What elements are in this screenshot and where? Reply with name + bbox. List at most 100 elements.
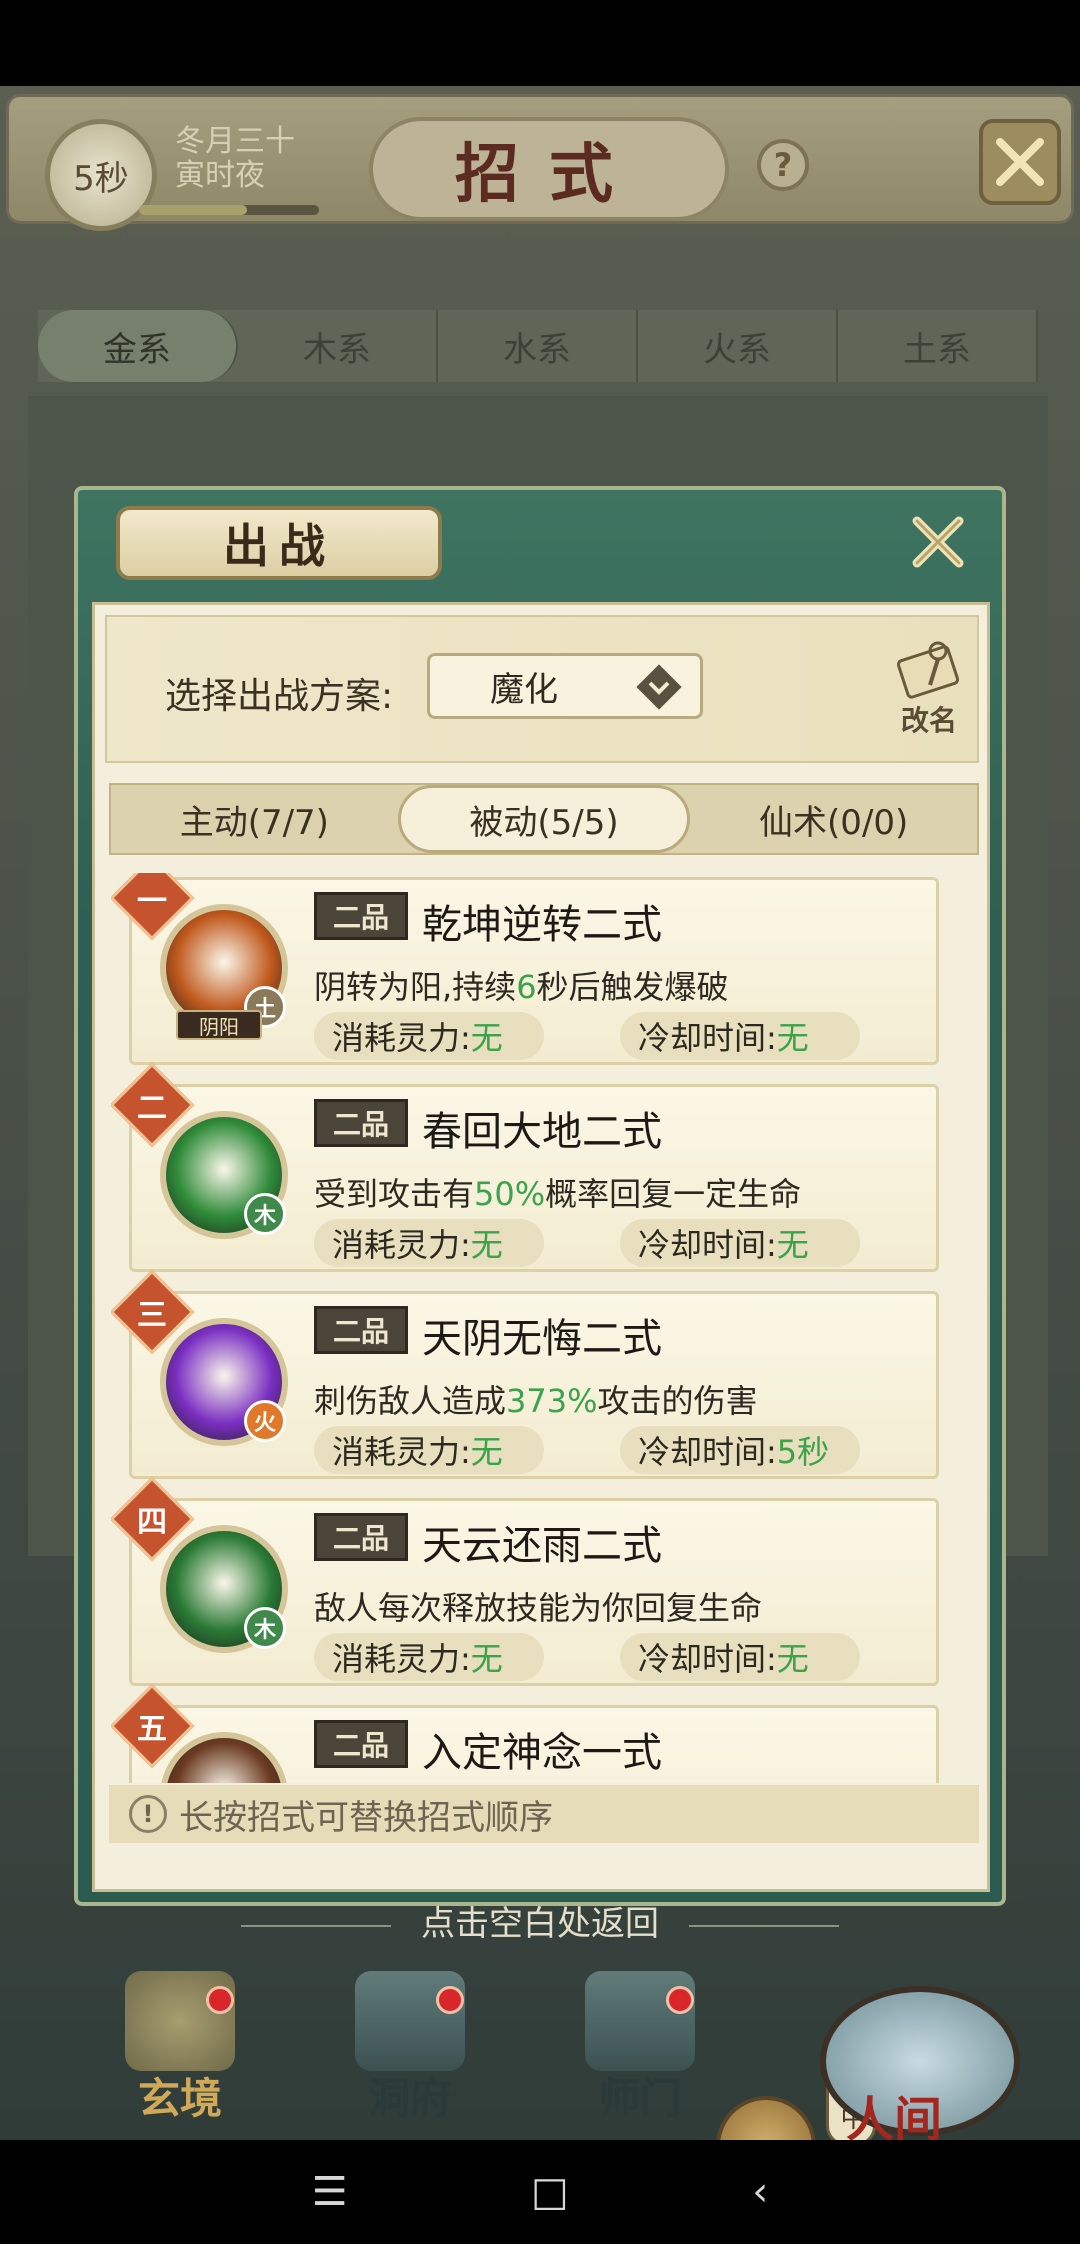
desc-post: 概率回复一定生命 xyxy=(545,1175,802,1213)
rank-text: 一 xyxy=(137,884,167,919)
system-nav-bar: ☰ □ ‹ xyxy=(0,2140,1080,2244)
cost-field: 消耗灵力: 无 xyxy=(314,1219,544,1267)
renjian-label: 人间 xyxy=(846,2092,943,2140)
cost-label: 消耗灵力: xyxy=(332,1019,471,1057)
cost-label: 消耗灵力: xyxy=(332,1226,471,1264)
rank-text: 三 xyxy=(137,1298,167,1333)
cost-label: 消耗灵力: xyxy=(332,1640,471,1678)
skill-name: 乾坤逆转二式 xyxy=(422,902,662,948)
desc-post: 攻击的伤害 xyxy=(597,1382,758,1420)
cooldown-label: 冷却时间: xyxy=(638,1226,777,1264)
element-badge: 火 xyxy=(244,1400,286,1442)
grade-badge: 二品 xyxy=(314,1099,408,1147)
modal-close-button[interactable] xyxy=(900,504,976,580)
renjian-button[interactable]: 人间 xyxy=(820,1986,1020,2140)
cost-value: 无 xyxy=(470,1433,503,1471)
menu-icon[interactable]: ☰ xyxy=(312,2169,348,2215)
tab-skill-type[interactable]: 主动(7/7) xyxy=(111,785,398,853)
skill-card[interactable]: 火 三 二品 天阴无悔二式 刺伤敌人造成373%攻击的伤害 消耗灵力: 无 冷却时间: 5秒 xyxy=(111,1269,939,1479)
grade-badge: 二品 xyxy=(314,892,408,940)
nav-label: 洞府 xyxy=(367,2074,452,2123)
nav-item[interactable]: 玄境 xyxy=(110,1966,250,2126)
notification-dot xyxy=(206,1986,234,2014)
tab-element[interactable]: 水系 xyxy=(438,310,638,382)
element-tabs: 金系 木系 水系 火系 土系 xyxy=(38,310,1038,382)
battle-modal: 出战 选择出战方案: 魔化 改名 主动(7/7)被动(5/5)仙术(0/0) xyxy=(74,486,1006,1906)
cost-field: 消耗灵力: 无 xyxy=(314,1012,544,1060)
skill-type-tabs: 主动(7/7) 被动(5/5) 仙术(0/0) xyxy=(109,783,979,855)
skill-card[interactable]: 木四二品 天云还雨二式 敌人每次释放技能为你回复生命 消耗灵力: 无冷却时间: 无 xyxy=(111,1476,939,1686)
tab-skill-type[interactable]: 被动(5/5) xyxy=(397,785,691,853)
tab-element[interactable]: 木系 xyxy=(238,310,438,382)
cooldown-field: 冷却时间: 无 xyxy=(620,1219,860,1267)
desc-highlight: 373% xyxy=(506,1382,598,1420)
close-page-button[interactable] xyxy=(979,119,1061,205)
brush-icon xyxy=(896,641,960,699)
cost-value: 无 xyxy=(470,1640,503,1678)
skill-name: 春回大地二式 xyxy=(422,1109,662,1155)
screen: 5秒 冬月三十 寅时夜 招式 ? 金系木系水系火系土系 秘籍 招式 点击空白处返… xyxy=(0,0,1080,2244)
cooldown-value: 无 xyxy=(776,1019,809,1057)
skill-desc: 敌人每次释放技能为你回复生命 xyxy=(314,1583,762,1629)
skill-name: 天阴无悔二式 xyxy=(422,1316,662,1362)
desc-highlight: 6 xyxy=(516,968,537,1006)
modal-title: 出战 xyxy=(116,506,442,580)
tab-element[interactable]: 火系 xyxy=(638,310,838,382)
top-header: 5秒 冬月三十 寅时夜 招式 ? xyxy=(6,94,1074,231)
hint-text: 长按招式可替换招式顺序 xyxy=(179,1797,553,1838)
notification-dot xyxy=(666,1986,694,2014)
skill-card[interactable]: 木二二品 春回大地二式 受到攻击有50%概率回复一定生命 消耗灵力: 无冷却时间: 无 xyxy=(111,1062,939,1272)
desc-post: 秒后触发爆破 xyxy=(536,968,729,1006)
cooldown-value: 无 xyxy=(776,1226,809,1264)
cooldown-label: 冷却时间: xyxy=(638,1640,777,1678)
nav-label: 玄境 xyxy=(137,2074,222,2123)
scheme-label: 选择出战方案: xyxy=(165,676,394,717)
page-title: 招式 xyxy=(369,117,729,221)
desc-pre: 敌人每次释放技能为你回复生命 xyxy=(314,1589,763,1627)
element-badge: 木 xyxy=(244,1193,286,1235)
rank-text: 二 xyxy=(137,1091,167,1126)
scheme-dropdown[interactable]: 魔化 xyxy=(427,653,703,719)
desc-pre: 阴转为阳,持续 xyxy=(314,968,517,1006)
nav-item[interactable]: 洞府 xyxy=(340,1966,480,2126)
timer-badge: 5秒 xyxy=(45,119,157,231)
rename-button[interactable]: 改名 xyxy=(883,639,975,739)
hint-bar: ! 长按招式可替换招式顺序 xyxy=(109,1785,979,1843)
skill-tag: 阴阳 xyxy=(176,1010,262,1040)
grade-badge: 二品 xyxy=(314,1513,408,1561)
skill-desc: 刺伤敌人造成373%攻击的伤害 xyxy=(314,1376,758,1422)
skill-icon: 土阴阳 xyxy=(160,904,288,1040)
skill-desc: 受到攻击有50%概率回复一定生命 xyxy=(314,1169,801,1215)
game-app: 5秒 冬月三十 寅时夜 招式 ? 金系木系水系火系土系 秘籍 招式 点击空白处返… xyxy=(0,86,1080,2140)
close-icon xyxy=(996,138,1044,186)
close-icon xyxy=(912,516,964,568)
cooldown-field: 冷却时间: 无 xyxy=(620,1012,860,1060)
cost-label: 消耗灵力: xyxy=(332,1433,471,1471)
cost-field: 消耗灵力: 无 xyxy=(314,1633,544,1681)
desc-pre: 刺伤敌人造成 xyxy=(314,1382,507,1420)
nav-item[interactable]: 师门 xyxy=(570,1966,710,2126)
help-button[interactable]: ? xyxy=(757,139,809,191)
tab-skill-type[interactable]: 仙术(0/0) xyxy=(690,785,977,853)
cooldown-value: 5秒 xyxy=(776,1433,830,1471)
skill-card[interactable]: 土阴阳一二品 乾坤逆转二式 阴转为阳,持续6秒后触发爆破 消耗灵力: 无冷却时间: 无 xyxy=(111,873,939,1065)
home-icon[interactable]: □ xyxy=(531,2169,569,2215)
rename-label: 改名 xyxy=(900,704,957,737)
skill-name: 入定神念一式 xyxy=(422,1730,662,1776)
desc-pre: 受到攻击有 xyxy=(314,1175,475,1213)
cooldown-label: 冷却时间: xyxy=(638,1019,777,1057)
skill-card[interactable]: 五 二品 入定神念一式 xyxy=(111,1683,939,1783)
back-icon[interactable]: ‹ xyxy=(752,2169,768,2215)
cost-field: 消耗灵力: 无 xyxy=(314,1426,544,1474)
skill-icon: 木 xyxy=(160,1111,288,1239)
cooldown-value: 无 xyxy=(776,1640,809,1678)
cost-value: 无 xyxy=(470,1226,503,1264)
cooldown-label: 冷却时间: xyxy=(638,1433,777,1471)
tab-element[interactable]: 金系 xyxy=(38,310,238,382)
date-time: 冬月三十 寅时夜 xyxy=(175,125,295,193)
grade-badge: 二品 xyxy=(314,1306,408,1354)
nav-label: 师门 xyxy=(597,2074,682,2123)
tab-element[interactable]: 土系 xyxy=(838,310,1038,382)
element-badge: 木 xyxy=(244,1607,286,1649)
rank-text: 四 xyxy=(137,1505,167,1540)
